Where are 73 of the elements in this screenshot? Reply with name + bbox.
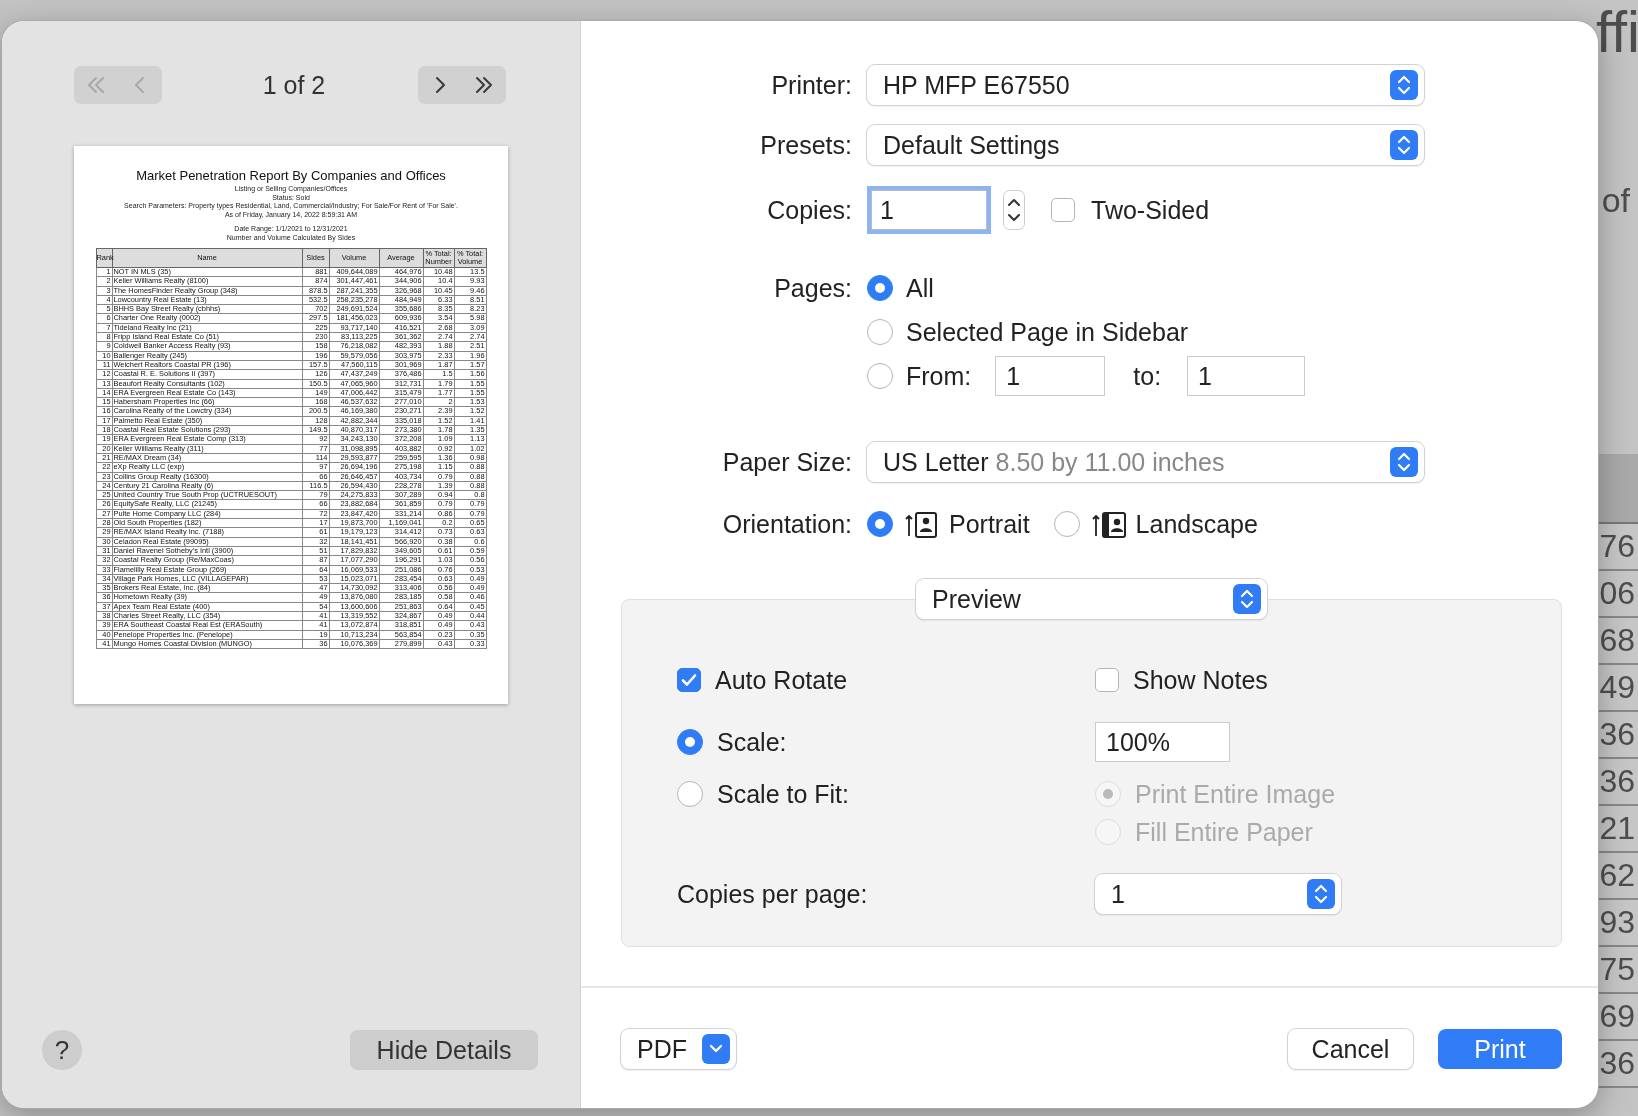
radio-label: Landscape <box>1135 509 1258 539</box>
table-cell: 21 <box>1598 806 1638 853</box>
checkbox[interactable] <box>677 668 701 692</box>
table-cell: 76 <box>1598 524 1638 571</box>
from-page-field[interactable]: 1 <box>995 356 1106 396</box>
field-label: Printer: <box>770 70 852 100</box>
field-label: Pages: <box>773 273 852 303</box>
table-cell: 68 <box>1598 618 1638 665</box>
radio-button[interactable] <box>677 781 703 807</box>
scale-field[interactable]: 100% <box>1095 722 1230 762</box>
print-button[interactable]: Print <box>1438 1029 1562 1069</box>
field-label: Paper Size: <box>721 447 852 477</box>
field-label: Orientation: <box>721 509 852 539</box>
field-label: Copies: <box>766 195 852 225</box>
updown-icon <box>1390 70 1418 100</box>
checkbox-label: Two-Sided <box>1091 195 1210 225</box>
person-page-icon <box>905 510 939 538</box>
presets-dropdown[interactable]: Default Settings <box>867 125 1424 165</box>
table-cell: 06 <box>1598 571 1638 618</box>
field-label: Copies per page: <box>677 879 868 909</box>
radio-label: All <box>906 273 934 303</box>
radio-button[interactable] <box>867 363 893 389</box>
radio-label: Scale to Fit: <box>717 779 849 809</box>
updown-icon <box>1307 879 1335 909</box>
radio-button[interactable] <box>867 275 893 301</box>
updown-icon <box>1233 584 1261 614</box>
document-text: of <box>1601 180 1630 220</box>
checkmark-icon <box>680 671 698 689</box>
section-dropdown[interactable]: Preview <box>916 579 1267 619</box>
checkbox[interactable] <box>1095 668 1119 692</box>
radio-label: Portrait <box>949 509 1030 539</box>
checkbox[interactable] <box>1051 198 1075 222</box>
table-cell: 62 <box>1598 853 1638 900</box>
table-header <box>1598 454 1638 524</box>
checkbox-label: Auto Rotate <box>715 665 848 695</box>
hide-details-button[interactable]: Hide Details <box>350 1030 538 1070</box>
checkbox-label: Show Notes <box>1133 665 1268 695</box>
cancel-button[interactable]: Cancel <box>1288 1029 1413 1069</box>
double-chevron-right-button[interactable] <box>462 66 506 104</box>
table-cell: 75 <box>1598 947 1638 994</box>
pdf-menu-button[interactable]: PDF <box>621 1029 736 1069</box>
field-label: to: <box>1133 361 1162 391</box>
page-indicator: 1 of 2 <box>262 70 326 100</box>
to-page-field[interactable]: 1 <box>1187 356 1306 396</box>
table-cell: 36 <box>1598 712 1638 759</box>
table-cell: 69 <box>1598 994 1638 1041</box>
updown-icon <box>1390 447 1418 477</box>
radio-button[interactable] <box>867 319 893 345</box>
radio-label: From: <box>906 361 972 391</box>
copies-field[interactable]: 1 <box>871 190 987 230</box>
document-title: ffi <box>1595 2 1638 62</box>
field-label: Presets: <box>759 130 852 160</box>
radio-button[interactable] <box>867 511 893 537</box>
radio-label: Scale: <box>717 727 787 757</box>
person-page-icon <box>1091 510 1126 538</box>
table-cell: 36 <box>1598 759 1638 806</box>
radio-label: Fill Entire Paper <box>1135 817 1313 847</box>
copies-per-page-dropdown[interactable]: 1 <box>1095 874 1341 914</box>
table-cell: 49 <box>1598 665 1638 712</box>
table-cell: 93 <box>1598 900 1638 947</box>
radio-label: Print Entire Image <box>1135 779 1336 809</box>
stepper-arrows-icon[interactable] <box>1003 190 1025 230</box>
chevron-down-icon <box>702 1034 730 1064</box>
radio-label: Selected Page in Sidebar <box>906 317 1189 347</box>
radio-button[interactable] <box>677 729 703 755</box>
report-title: Market Penetration Report By Companies and Offices <box>136 168 446 183</box>
help-button[interactable]: ? <box>42 1030 82 1070</box>
printer-dropdown[interactable]: HP MFP E67550 <box>867 65 1424 105</box>
table-cell: 36 <box>1598 1041 1638 1088</box>
updown-icon <box>1390 130 1418 160</box>
radio-button[interactable] <box>1053 511 1080 537</box>
chevron-right-button[interactable] <box>418 66 462 104</box>
paper-size-dropdown[interactable]: US Letter 8.50 by 11.00 inches <box>867 442 1424 482</box>
